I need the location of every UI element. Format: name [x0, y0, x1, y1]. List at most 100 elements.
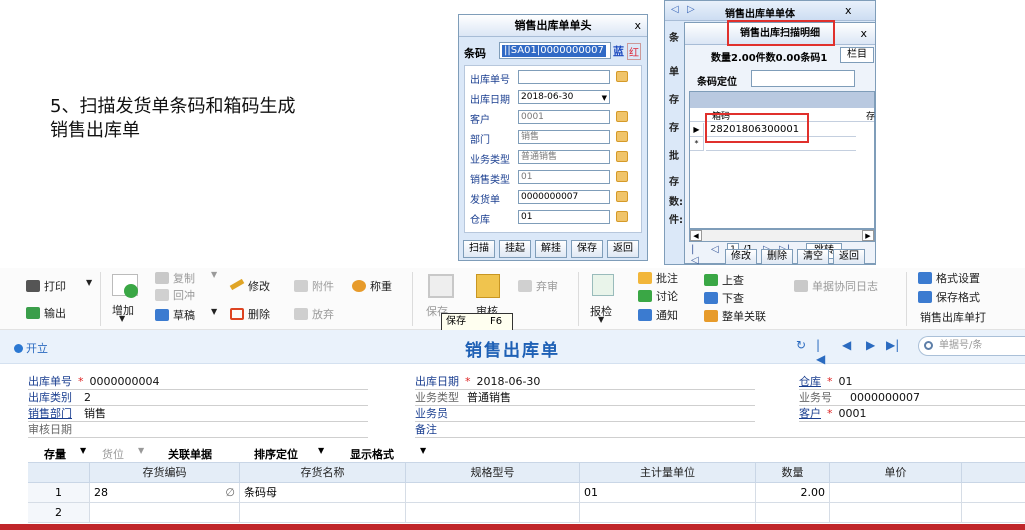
up-query-button[interactable]: 上查 — [722, 272, 744, 288]
prev-arrow-icon[interactable]: ◁ — [671, 4, 679, 15]
format-setting-button[interactable]: 格式设置 — [936, 270, 980, 286]
reference-icon[interactable] — [616, 211, 628, 222]
next-record-icon[interactable]: ▶ — [866, 338, 875, 352]
location-button[interactable]: 货位 — [102, 446, 124, 462]
back-button[interactable]: 返回 — [607, 240, 639, 258]
close-icon[interactable]: x — [845, 4, 852, 17]
table-header[interactable]: 数量 — [756, 463, 830, 483]
reference-icon[interactable] — [616, 191, 628, 202]
unit-cell[interactable] — [580, 503, 756, 523]
edit-button[interactable]: 修改 — [248, 278, 270, 294]
delete-button[interactable]: 删除 — [248, 306, 270, 322]
resume-button[interactable]: 解挂 — [535, 240, 567, 258]
annotate-button[interactable]: 批注 — [656, 270, 678, 286]
columns-button[interactable]: 栏目 — [840, 47, 874, 63]
inventory-code-cell[interactable]: 28 ∅ — [90, 483, 240, 503]
collab-log-button[interactable]: 单据协同日志 — [812, 278, 878, 294]
edit-button[interactable]: 修改 — [725, 249, 757, 265]
notify-button[interactable]: 通知 — [656, 307, 678, 323]
save-button[interactable]: 保存 — [571, 240, 603, 258]
out-no-field[interactable]: 出库单号 * 0000000004 — [28, 374, 368, 390]
out-date-input[interactable]: 2018-06-30 ▼ — [518, 90, 610, 104]
format-dropdown-icon[interactable]: ▼ — [420, 446, 426, 455]
draft-button[interactable]: 草稿 — [173, 307, 195, 323]
sort-dropdown-icon[interactable]: ▼ — [318, 446, 324, 455]
blue-tag[interactable]: 蓝 — [613, 43, 624, 59]
out-type-field[interactable]: 出库类别 2 — [28, 390, 368, 406]
customer-input[interactable]: 0001 — [518, 110, 610, 124]
table-header[interactable]: 主计量单位 — [580, 463, 756, 483]
delete-button[interactable]: 删除 — [761, 249, 793, 265]
dept-field[interactable]: 销售部门 销售 — [28, 406, 368, 422]
document-search-input[interactable]: 单据号/条 — [918, 336, 1025, 356]
grid-second-header[interactable]: 存 — [866, 109, 875, 122]
reference-icon[interactable] — [616, 71, 628, 82]
stock-button[interactable]: 存量 — [44, 446, 66, 462]
discuss-button[interactable]: 讨论 — [656, 288, 678, 304]
prev-record-icon[interactable]: ◀ — [842, 338, 851, 352]
sale-type-input[interactable]: 01 — [518, 170, 610, 184]
format-select[interactable]: 销售出库单打 — [920, 309, 986, 325]
biz-type-field[interactable]: 业务类型 普通销售 — [415, 390, 755, 406]
clerk-field[interactable]: 业务员 — [415, 406, 755, 422]
table-header[interactable]: 规格型号 — [406, 463, 580, 483]
new-row-icon[interactable]: * — [690, 137, 704, 151]
customer-label[interactable]: 客户 — [799, 407, 821, 420]
reverse-button[interactable]: 回冲 — [173, 287, 195, 303]
quantity-cell[interactable]: 2.00 — [756, 483, 830, 503]
warehouse-input[interactable]: 01 — [518, 210, 610, 224]
row-selector-icon[interactable]: ▶ — [690, 123, 704, 137]
stock-dropdown-icon[interactable]: ▼ — [80, 446, 86, 455]
back-button[interactable]: 返回 — [833, 249, 865, 265]
location-dropdown-icon[interactable]: ▼ — [138, 446, 144, 455]
unit-cell[interactable]: 01 — [580, 483, 756, 503]
sort-locate-button[interactable]: 排序定位 — [254, 446, 298, 462]
down-query-button[interactable]: 下查 — [722, 290, 744, 306]
extra-cell[interactable] — [962, 483, 1025, 503]
extra-cell[interactable] — [962, 503, 1025, 523]
table-header[interactable]: 存货名称 — [240, 463, 406, 483]
last-record-icon[interactable]: ▶| — [886, 338, 899, 352]
out-date-field[interactable]: 出库日期 * 2018-06-30 — [415, 374, 755, 390]
delivery-input[interactable]: 0000000007 — [518, 190, 610, 204]
related-docs-button[interactable]: 关联单据 — [168, 446, 212, 462]
reference-icon[interactable] — [616, 171, 628, 182]
horizontal-scrollbar[interactable]: ◀ ▶ — [689, 229, 875, 242]
print-button[interactable]: 打印 — [44, 278, 66, 294]
spec-cell[interactable] — [406, 483, 580, 503]
inventory-name-cell[interactable]: 条码母 — [240, 483, 406, 503]
close-icon[interactable]: x — [634, 15, 641, 37]
scroll-left-icon[interactable]: ◀ — [690, 230, 702, 241]
first-page-icon[interactable]: |◁ — [691, 244, 699, 266]
attach-button[interactable]: 附件 — [312, 278, 334, 294]
price-cell[interactable] — [830, 503, 962, 523]
attachment-icon[interactable]: ∅ — [225, 483, 235, 503]
add-dropdown-icon[interactable]: ▼ — [119, 314, 125, 323]
prev-page-icon[interactable]: ◁ — [711, 244, 719, 255]
whole-link-button[interactable]: 整单关联 — [722, 308, 766, 324]
clear-button[interactable]: 清空 — [797, 249, 829, 265]
dropdown-arrow-icon[interactable]: ▼ — [602, 92, 607, 104]
reference-icon[interactable] — [616, 151, 628, 162]
quantity-cell[interactable] — [756, 503, 830, 523]
dept-input[interactable]: 销售 — [518, 130, 610, 144]
audit-date-field[interactable]: 审核日期 — [28, 422, 368, 438]
out-no-input[interactable] — [518, 70, 610, 84]
customer-field[interactable]: 客户 * 0001 — [799, 406, 1025, 422]
inventory-name-cell[interactable] — [240, 503, 406, 523]
reference-icon[interactable] — [616, 111, 628, 122]
save-format-button[interactable]: 保存格式 — [936, 289, 980, 305]
abandon-audit-button[interactable]: 弃审 — [536, 278, 558, 294]
barcode-input[interactable]: ||SA01|0000000007 — [499, 42, 611, 59]
table-header[interactable]: 单价 — [830, 463, 962, 483]
export-button[interactable]: 输出 — [44, 305, 66, 321]
draft-dropdown-icon[interactable]: ▼ — [211, 307, 217, 316]
suspend-button[interactable]: 挂起 — [499, 240, 531, 258]
dept-label[interactable]: 销售部门 — [28, 407, 72, 420]
table-header[interactable]: 存货编码 — [90, 463, 240, 483]
first-record-icon[interactable]: |◀ — [816, 338, 825, 366]
barcode-locate-input[interactable] — [751, 70, 855, 87]
inventory-code-cell[interactable] — [90, 503, 240, 523]
next-arrow-icon[interactable]: ▷ — [687, 4, 695, 15]
price-cell[interactable] — [830, 483, 962, 503]
